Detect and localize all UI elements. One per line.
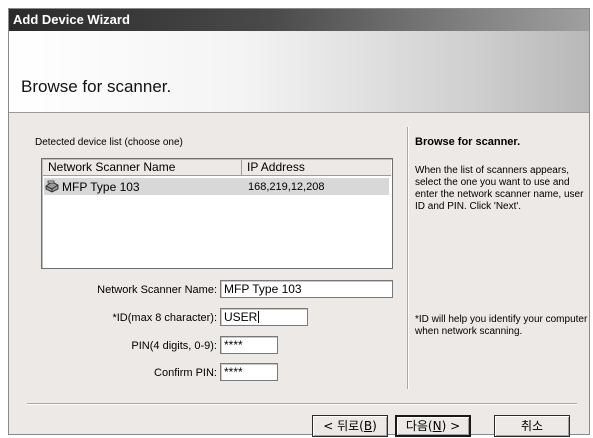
column-header-scanner-name[interactable]: Network Scanner Name: [43, 160, 242, 176]
back-button-accel: B: [363, 419, 373, 433]
window-title: Add Device Wizard: [9, 9, 589, 31]
help-title: Browse for scanner.: [415, 136, 521, 148]
user-id-field[interactable]: USER: [220, 308, 308, 326]
device-name-text: MFP Type 103: [62, 179, 140, 194]
help-text: When the list of scanners appears, selec…: [415, 165, 584, 212]
back-button[interactable]: < 뒤로(B): [312, 415, 388, 437]
wizard-window: Add Device Wizard Browse for scanner. De…: [8, 8, 590, 437]
vertical-divider: [407, 127, 409, 389]
back-button-suffix: ): [372, 419, 377, 433]
help-note: *ID will help you identify your computer…: [415, 314, 588, 337]
confirm-pin-field[interactable]: ****: [220, 363, 278, 381]
scanner-name-label: Network Scanner Name:: [97, 284, 217, 296]
back-button-text: < 뒤로(: [323, 419, 364, 433]
device-list-row[interactable]: MFP Type 103 168,219,12,208: [44, 178, 389, 195]
device-name-cell: MFP Type 103: [44, 180, 243, 194]
text-caret: [258, 311, 260, 323]
next-button[interactable]: 다음(N) >: [395, 415, 471, 437]
pin-label: PIN(4 digits, 0-9):: [131, 340, 217, 352]
device-list-label: Detected device list (choose one): [35, 137, 183, 148]
next-button-accel: N: [432, 419, 442, 433]
device-ip-text: 168,219,12,208: [248, 180, 325, 193]
pin-field[interactable]: ****: [220, 336, 278, 354]
wizard-header: Browse for scanner.: [9, 31, 589, 113]
device-list-header: Network Scanner Name IP Address: [43, 160, 391, 176]
user-id-value: USER: [224, 310, 258, 324]
column-header-ip-address[interactable]: IP Address: [242, 160, 391, 176]
horizontal-divider: [27, 403, 577, 405]
device-list[interactable]: Network Scanner Name IP Address MFP Type…: [41, 158, 393, 269]
next-button-suffix: ) >: [441, 419, 461, 433]
user-id-label: *ID(max 8 character):: [112, 312, 217, 324]
scanner-name-field[interactable]: MFP Type 103: [220, 280, 393, 298]
next-button-text: 다음(: [405, 419, 433, 433]
confirm-pin-label: Confirm PIN:: [154, 367, 217, 379]
cancel-button[interactable]: 취소: [494, 415, 570, 437]
scanner-icon: [45, 180, 59, 193]
page-title: Browse for scanner.: [21, 77, 172, 96]
